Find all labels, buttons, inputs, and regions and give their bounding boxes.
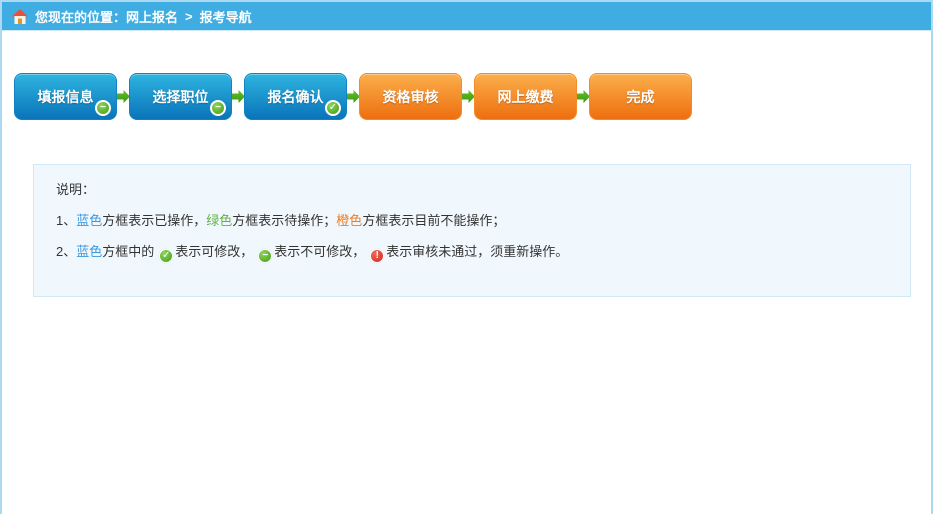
breadcrumb-link-online-signup[interactable]: 网上报名	[126, 7, 178, 26]
step-label: 选择职位	[153, 87, 209, 107]
step-label: 报名确认	[268, 87, 324, 107]
orange-keyword: 橙色	[336, 213, 362, 228]
text: 方框中的	[102, 244, 154, 259]
text: 方框表示已操作，	[102, 213, 206, 228]
check-icon: ✓	[159, 249, 173, 263]
minus-icon: −	[210, 100, 226, 116]
text: 方框表示目前不能操作；	[362, 213, 505, 228]
arrow-icon	[347, 90, 359, 103]
arrow-icon	[117, 90, 129, 103]
minus-icon: −	[258, 249, 272, 263]
step-label: 完成	[627, 87, 655, 107]
instructions-line-1: 1、蓝色方框表示已操作，绿色方框表示待操作；橙色方框表示目前不能操作；	[56, 211, 910, 231]
blue-keyword: 蓝色	[76, 213, 102, 228]
text: 表示审核未通过，须重新操作。	[386, 244, 568, 259]
arrow-icon	[232, 90, 244, 103]
check-icon: ✓	[325, 100, 341, 116]
home-icon	[12, 9, 28, 24]
step-complete: 完成	[589, 73, 692, 120]
line-number: 2、	[56, 244, 76, 259]
arrow-icon	[462, 90, 474, 103]
breadcrumb-prefix: 您现在的位置：	[35, 7, 126, 26]
text: 表示可修改，	[175, 244, 253, 259]
warning-icon: !	[370, 249, 384, 263]
step-online-payment: 网上缴费	[474, 73, 577, 120]
instructions-line-2: 2、蓝色方框中的 ✓表示可修改，−表示不可修改，!表示审核未通过，须重新操作。	[56, 242, 910, 263]
blue-keyword: 蓝色	[76, 244, 102, 259]
step-label: 网上缴费	[498, 87, 554, 107]
step-label: 资格审核	[383, 87, 439, 107]
instructions-panel: 说明： 1、蓝色方框表示已操作，绿色方框表示待操作；橙色方框表示目前不能操作； …	[33, 164, 911, 297]
text: 表示不可修改，	[274, 244, 365, 259]
step-flow: 填报信息 − 选择职位 − 报名确认 ✓ 资格审核 网上缴费	[14, 73, 931, 120]
step-fill-info[interactable]: 填报信息 −	[14, 73, 117, 120]
breadcrumb-bar: 您现在的位置： 网上报名 > 报考导航	[2, 2, 931, 31]
minus-icon: −	[95, 100, 111, 116]
step-label: 填报信息	[38, 87, 94, 107]
line-number: 1、	[56, 213, 76, 228]
breadcrumb-separator: >	[185, 9, 193, 24]
arrow-icon	[577, 90, 589, 103]
page: 您现在的位置： 网上报名 > 报考导航 填报信息 − 选择职位 − 报名确认 ✓…	[0, 0, 933, 514]
green-keyword: 绿色	[206, 213, 232, 228]
text: 方框表示待操作；	[232, 213, 336, 228]
step-select-position[interactable]: 选择职位 −	[129, 73, 232, 120]
step-signup-confirm[interactable]: 报名确认 ✓	[244, 73, 347, 120]
instructions-title: 说明：	[56, 180, 910, 200]
breadcrumb-current: 报考导航	[200, 7, 252, 26]
step-qualification-review: 资格审核	[359, 73, 462, 120]
